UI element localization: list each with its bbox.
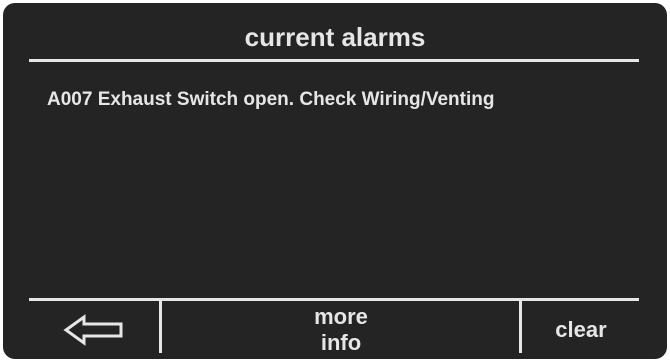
clear-label: clear xyxy=(555,317,607,342)
left-arrow-icon xyxy=(63,314,123,346)
more-info-label: more info xyxy=(314,304,368,356)
more-info-line1: more xyxy=(314,304,368,329)
more-info-line2: info xyxy=(320,330,362,355)
title-divider xyxy=(29,59,639,62)
page-title: current alarms xyxy=(244,22,426,52)
back-button[interactable] xyxy=(29,301,159,359)
clear-button[interactable]: clear xyxy=(523,301,639,359)
alarm-list: A007 Exhaust Switch open. Check Wiring/V… xyxy=(47,87,637,113)
more-info-button[interactable]: more info xyxy=(163,301,519,359)
alarm-screen: current alarms A007 Exhaust Switch open.… xyxy=(3,3,667,359)
softkey-bar: more info clear xyxy=(3,301,667,359)
alarm-item[interactable]: A007 Exhaust Switch open. Check Wiring/V… xyxy=(47,87,637,113)
